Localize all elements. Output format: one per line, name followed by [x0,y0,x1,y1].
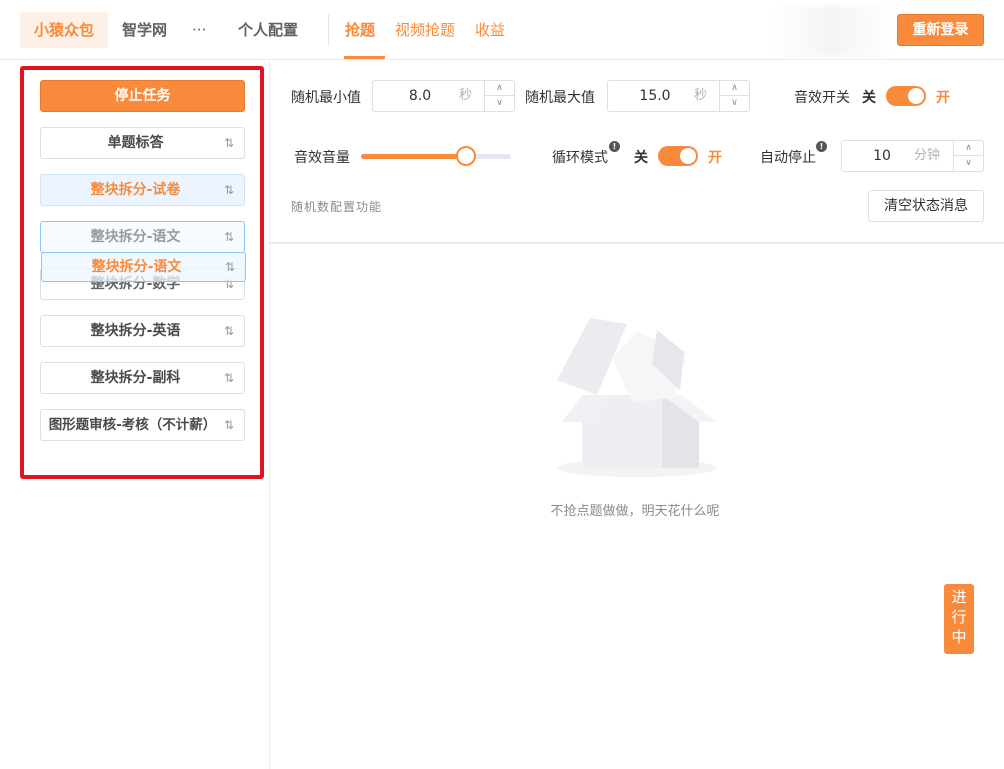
max-input[interactable]: 15.0 秒 ∧ ∨ [607,80,750,112]
task-label: 单题标答 [107,135,164,151]
loop-label: 循环模式 [552,150,608,166]
task-item-minor-split[interactable]: 整块拆分-副科 ⇅ [40,362,245,394]
task-item-graphic-review[interactable]: 图形题审核-考核（不计薪） ⇅ [40,409,245,441]
section-divider [270,242,1004,244]
task-item-chinese-split[interactable]: 整块拆分-语文 ⇅ [40,221,245,253]
task-item-english-split[interactable]: 整块拆分-英语 ⇅ [40,315,245,347]
sound-on-label: 开 [936,90,950,106]
chevron-up-icon[interactable]: ∧ [485,81,514,96]
volume-slider-handle[interactable] [456,146,476,166]
subtab-grab[interactable]: 抢题 [345,12,375,48]
auto-stop-info-icon[interactable]: ! [816,141,827,152]
max-stepper[interactable]: ∧ ∨ [719,81,749,111]
min-label: 随机最小值 [291,90,361,106]
volume-fill [361,154,466,159]
tab-xiaoyuan[interactable]: 小猿众包 [20,12,109,48]
relogin-button[interactable]: 重新登录 [897,14,984,46]
task-item-dragging[interactable]: 整块拆分-语文 ⇅ [41,252,246,282]
auto-stop-label: 自动停止 [760,150,816,166]
volume-label: 音效音量 [294,150,350,166]
subtab-earnings[interactable]: 收益 [475,12,505,48]
empty-box-illustration [557,318,717,477]
chevron-up-icon[interactable]: ∧ [954,141,983,156]
loop-off-label: 关 [634,150,648,166]
min-stepper[interactable]: ∧ ∨ [484,81,514,111]
tab-divider [328,14,329,46]
running-status-badge[interactable]: 进行中 [944,584,974,654]
subtab-video-grab[interactable]: 视频抢题 [395,12,455,48]
task-item-paper-split[interactable]: 整块拆分-试卷 ⇅ [40,174,245,206]
sort-icon[interactable]: ⇅ [224,410,234,440]
sort-icon[interactable]: ⇅ [224,316,234,346]
top-bar: 小猿众包 智学网 ··· 个人配置 抢题 视频抢题 收益 重新登录 [0,0,1004,60]
task-label: 整块拆分-语文 [91,259,182,275]
task-item-single-answer[interactable]: 单题标答 ⇅ [40,127,245,159]
max-value[interactable]: 15.0 [608,81,702,111]
clear-status-button[interactable]: 清空状态消息 [868,190,984,222]
min-value[interactable]: 8.0 [373,81,467,111]
active-subtab-indicator [344,56,385,59]
chevron-down-icon[interactable]: ∨ [720,96,749,111]
loop-info-icon[interactable]: ! [609,141,620,152]
auto-stop-input[interactable]: 10 分钟 ∧ ∨ [841,140,984,172]
min-input[interactable]: 8.0 秒 ∧ ∨ [372,80,515,112]
task-label: 整块拆分-语文 [90,229,181,245]
tab-personal-config[interactable]: 个人配置 [238,12,298,48]
max-label: 随机最大值 [525,90,595,106]
sort-icon[interactable]: ⇅ [225,253,235,281]
random-config-note: 随机数配置功能 [291,200,383,214]
auto-stop-stepper[interactable]: ∧ ∨ [953,141,983,171]
sort-icon[interactable]: ⇅ [224,128,234,158]
task-label: 图形题审核-考核（不计薪） [48,417,217,433]
chevron-down-icon[interactable]: ∨ [954,156,983,171]
chevron-down-icon[interactable]: ∨ [485,96,514,111]
task-label: 整块拆分-副科 [90,370,181,386]
auto-stop-unit: 分钟 [914,148,941,163]
loop-on-label: 开 [708,150,722,166]
chevron-up-icon[interactable]: ∧ [720,81,749,96]
blurred-user-info [772,6,894,56]
min-unit: 秒 [459,88,473,103]
task-label: 整块拆分-英语 [90,323,181,339]
sound-toggle[interactable] [886,86,926,106]
running-label: 进行中 [951,588,967,646]
tab-zhixue[interactable]: 智学网 [122,12,167,48]
sort-icon[interactable]: ⇅ [224,175,234,205]
sort-icon[interactable]: ⇅ [224,222,234,252]
sort-icon[interactable]: ⇅ [224,363,234,393]
volume-slider[interactable] [361,154,511,159]
sound-switch-label: 音效开关 [794,90,850,106]
sound-off-label: 关 [862,90,876,106]
max-unit: 秒 [694,88,708,103]
auto-stop-value[interactable]: 10 [842,141,922,171]
more-tabs-icon[interactable]: ··· [192,12,206,48]
empty-state-text: 不抢点题做做，明天花什么呢 [550,504,720,519]
stop-task-button[interactable]: 停止任务 [40,80,245,112]
loop-toggle[interactable] [658,146,698,166]
task-label: 整块拆分-试卷 [90,182,181,198]
